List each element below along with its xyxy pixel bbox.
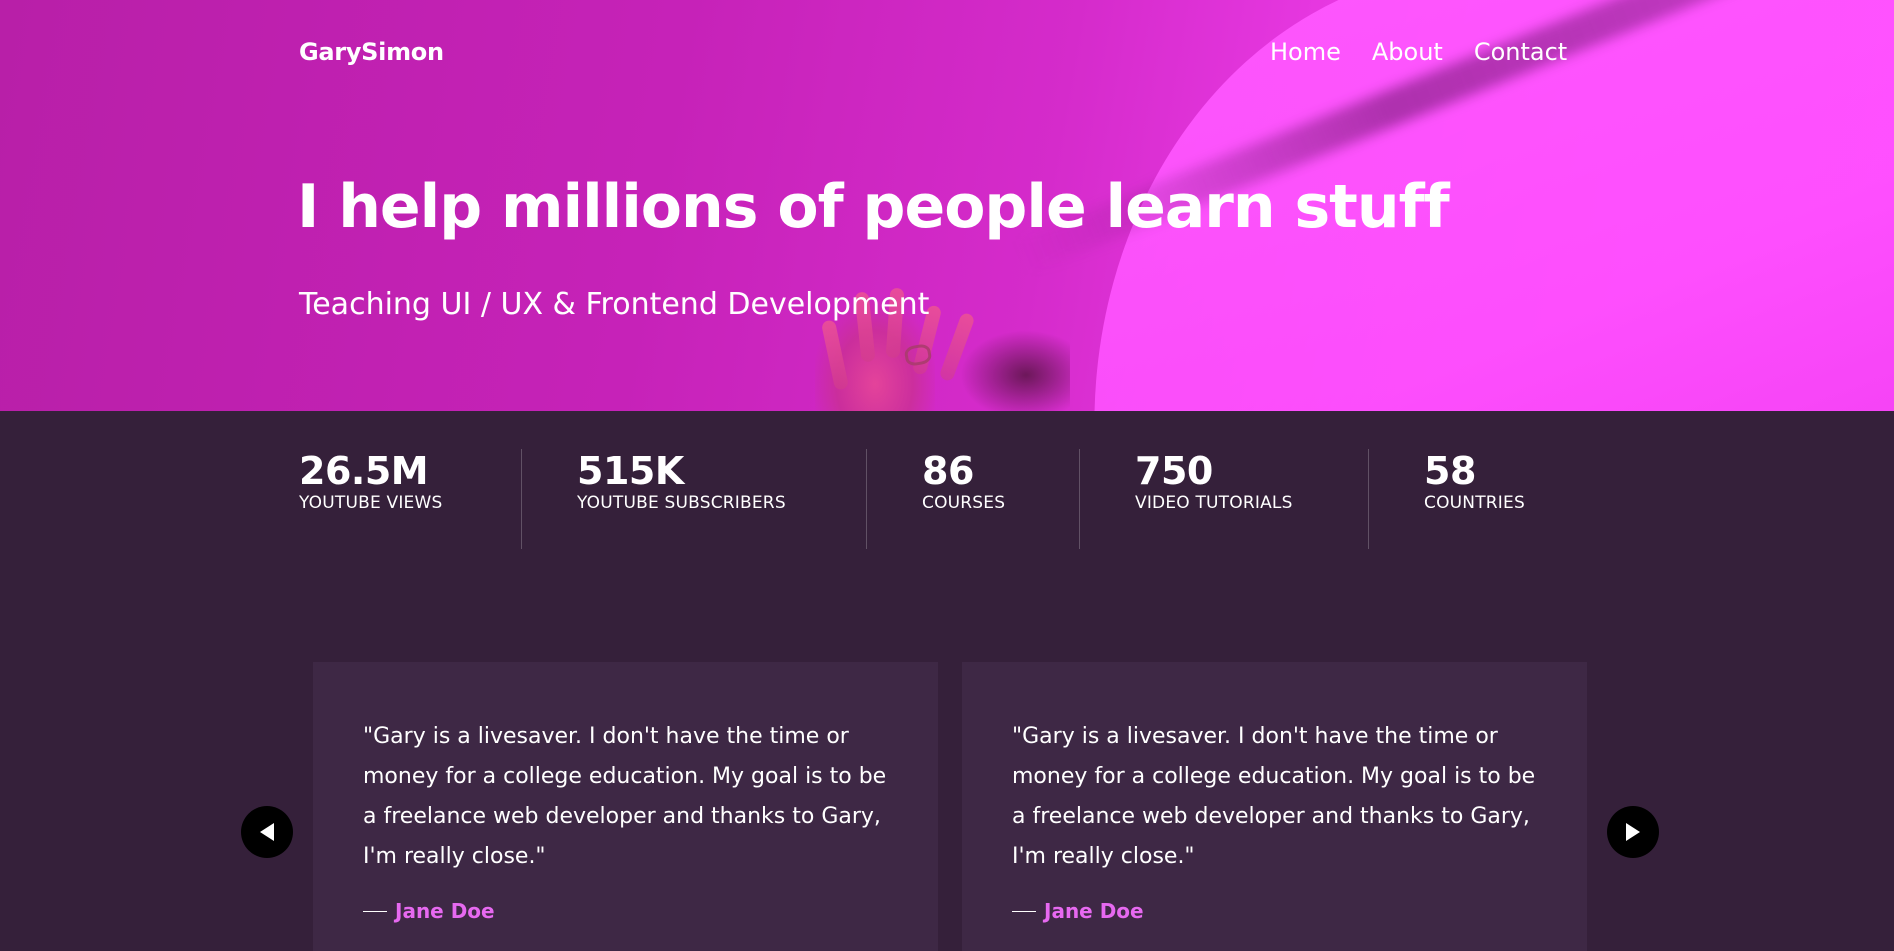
stat-value: 58 [1424, 449, 1476, 493]
stat-value: 750 [1135, 449, 1213, 493]
stat-label: COUNTRIES [1424, 492, 1525, 513]
testimonial-carousel: "Gary is a livesaver. I don't have the t… [0, 561, 1894, 951]
author-dash [363, 910, 387, 912]
author-name: Jane Doe [1044, 899, 1144, 923]
carousel-prev-button[interactable] [241, 806, 293, 858]
stat-label: VIDEO TUTORIALS [1135, 492, 1293, 513]
stat-value: 515K [577, 449, 684, 493]
testimonial-author: Jane Doe [363, 899, 888, 923]
stat-courses: 86 COURSES [922, 449, 1006, 513]
stat-divider [1079, 449, 1080, 549]
testimonial-quote: "Gary is a livesaver. I don't have the t… [1012, 724, 1536, 869]
testimonial-quote: "Gary is a livesaver. I don't have the t… [363, 724, 887, 869]
hero-background-shadow [960, 330, 1070, 411]
stat-divider [521, 449, 522, 549]
hero-banner: GarySimon Home About Contact I help mill… [0, 0, 1894, 411]
stat-label: YOUTUBE SUBSCRIBERS [577, 492, 786, 513]
stat-video-tutorials: 750 VIDEO TUTORIALS [1135, 449, 1293, 513]
stats-bar: 26.5M YOUTUBE VIEWS 515K YOUTUBE SUBSCRI… [0, 411, 1894, 561]
author-dash [1012, 910, 1036, 912]
hero-title: I help millions of people learn stuff [297, 172, 1450, 242]
author-name: Jane Doe [395, 899, 495, 923]
main-nav: Home About Contact [1270, 38, 1567, 66]
stat-label: YOUTUBE VIEWS [299, 492, 443, 513]
stat-divider [866, 449, 867, 549]
triangle-right-icon [1626, 823, 1640, 841]
hero-subtitle: Teaching UI / UX & Frontend Development [299, 287, 930, 322]
nav-link-contact[interactable]: Contact [1474, 38, 1567, 66]
stat-youtube-subscribers: 515K YOUTUBE SUBSCRIBERS [577, 449, 786, 513]
nav-link-home[interactable]: Home [1270, 38, 1341, 66]
triangle-left-icon [260, 823, 274, 841]
testimonial-card: "Gary is a livesaver. I don't have the t… [962, 662, 1587, 951]
site-logo[interactable]: GarySimon [299, 38, 444, 66]
stat-countries: 58 COUNTRIES [1424, 449, 1525, 513]
carousel-next-button[interactable] [1607, 806, 1659, 858]
stat-divider [1368, 449, 1369, 549]
testimonial-author: Jane Doe [1012, 899, 1537, 923]
stat-youtube-views: 26.5M YOUTUBE VIEWS [299, 449, 443, 513]
nav-link-about[interactable]: About [1372, 38, 1443, 66]
stat-value: 86 [922, 449, 974, 493]
testimonial-card: "Gary is a livesaver. I don't have the t… [313, 662, 938, 951]
stat-value: 26.5M [299, 449, 429, 493]
stat-label: COURSES [922, 492, 1006, 513]
